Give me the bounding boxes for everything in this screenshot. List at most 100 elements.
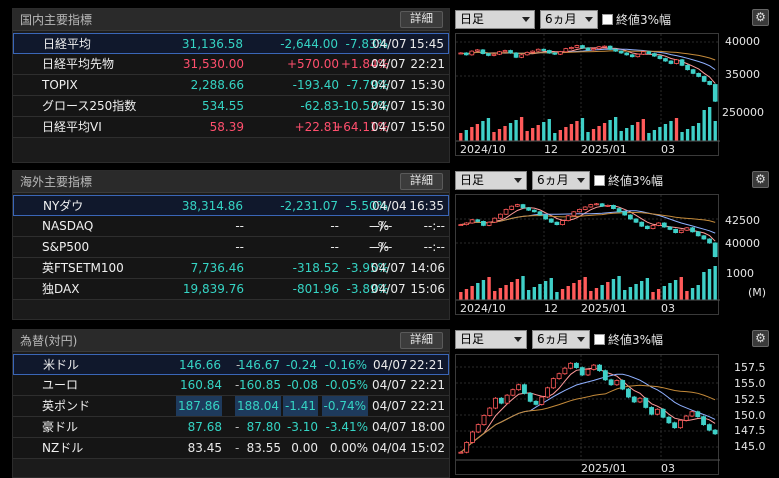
candle-body xyxy=(613,48,618,52)
fx-date: 04/07 xyxy=(372,378,407,392)
overseas-detail-button[interactable]: 詳細 xyxy=(400,173,443,190)
candle-body xyxy=(498,397,504,404)
candle-body xyxy=(481,220,486,226)
chevron-down-icon xyxy=(577,336,585,342)
candle-body xyxy=(539,396,545,405)
volume-bar xyxy=(641,119,645,141)
candle-body xyxy=(563,48,569,53)
volume-bar xyxy=(475,124,480,141)
candle-body xyxy=(690,69,696,74)
fx-row[interactable]: 英ポンド187.86-188.04-1.41-0.74%04/0722:21 xyxy=(13,396,449,417)
chart2-closing-checkbox[interactable] xyxy=(594,174,605,186)
fx-row[interactable]: 米ドル 146.66-146.67 -0.24 -0.16% 04/07 22:21 xyxy=(13,354,449,375)
row-time: 15:30 xyxy=(410,99,445,113)
domestic-detail-button[interactable]: 詳細 xyxy=(400,11,443,28)
domestic-row[interactable]: 日経平均先物 31,530.00 +570.00 +1.84% 04/07 22:21 xyxy=(13,54,449,75)
candle-body xyxy=(712,429,718,435)
candle-body xyxy=(560,220,565,226)
candle-body xyxy=(569,47,574,50)
candle-body xyxy=(695,411,701,418)
chart3-period-select[interactable]: 日足 xyxy=(455,329,527,349)
chart2-period-select[interactable]: 日足 xyxy=(455,170,527,190)
chart2-range-select[interactable]: 6ヵ月 xyxy=(532,170,590,190)
domestic-row[interactable]: 日経平均VI 58.39 +22.81 +64.11% 04/07 15:50 xyxy=(13,117,449,138)
fx-row[interactable]: 豪ドル 87.68-87.80 -3.10 -3.41% 04/07 18:00 xyxy=(13,417,449,438)
volume-bar xyxy=(503,126,507,141)
volume-bar xyxy=(594,288,599,300)
moving-average-5 xyxy=(460,204,716,242)
candle-body xyxy=(548,218,554,223)
overseas-row[interactable]: 英FTSETM100 7,736.46 -318.52 -3.95% 04/07 14:0… xyxy=(13,258,449,279)
candle-body xyxy=(654,408,660,415)
row-name: 英FTSETM100 xyxy=(42,261,124,275)
fx-bid: 187.86 xyxy=(176,396,222,416)
volume-bar xyxy=(519,117,524,141)
candle-body xyxy=(510,389,516,396)
domestic-panel-title: 国内主要指標 xyxy=(20,13,93,27)
overseas-row[interactable]: 独DAX 19,839.76 -801.96 -3.89% 04/07 15:06 xyxy=(13,279,449,300)
candle-body xyxy=(558,51,563,55)
volume-bar xyxy=(696,123,701,141)
gear-icon[interactable]: ⚙ xyxy=(752,171,769,188)
domestic-row[interactable]: TOPIX 2,288.66 -193.40 -7.79% 04/07 15:30 xyxy=(13,75,449,96)
gear-icon[interactable]: ⚙ xyxy=(752,330,769,347)
domestic-row[interactable]: 日経平均 31,136.58 -2,644.00 -7.83% 04/07 15:45 xyxy=(13,33,449,54)
row-date: --/-- xyxy=(371,240,393,254)
domestic-row[interactable]: グロース250指数 534.55 -62.83 -10.52% 04/07 15:30 xyxy=(13,96,449,117)
candle-body xyxy=(527,392,533,402)
candle-body xyxy=(526,207,532,211)
volume-bar xyxy=(526,290,531,300)
overseas-row[interactable]: NASDAQ -- -- --% --/-- --:-- xyxy=(13,216,449,237)
candle-body xyxy=(469,50,475,56)
volume-bar xyxy=(597,126,601,141)
overseas-row[interactable]: NYダウ 38,314.86 -2,231.07 -5.50% 04/04 16:35 xyxy=(13,195,449,216)
candle-body xyxy=(522,384,527,394)
candle-body xyxy=(607,45,613,50)
fx-row[interactable]: NZドル 83.45-83.55 0.00 0.00% 04/04 15:02 xyxy=(13,438,449,459)
candle-body xyxy=(571,211,577,217)
volume-bar xyxy=(691,126,695,141)
row-time: --:-- xyxy=(423,240,445,254)
row-time: 15:45 xyxy=(409,37,444,51)
candle-body xyxy=(519,54,524,58)
candle-body xyxy=(556,373,562,380)
volume-bar xyxy=(564,127,568,141)
candle-body xyxy=(458,224,464,227)
candle-body xyxy=(543,214,548,220)
candle-body xyxy=(504,394,510,404)
chart1-controls: 日足 6ヵ月 終値3%幅 xyxy=(455,8,671,30)
candle-body xyxy=(491,53,497,56)
row-date: 04/07 xyxy=(371,120,406,134)
row-time: 15:06 xyxy=(410,282,445,296)
candle-body xyxy=(554,221,560,226)
candle-body xyxy=(574,362,579,368)
chart1-closing-checkbox[interactable] xyxy=(602,13,613,25)
candle-body xyxy=(657,55,663,59)
chart2-closing-label: 終値3%幅 xyxy=(608,173,664,188)
candle-body xyxy=(683,415,689,421)
chart3-range-select[interactable]: 6ヵ月 xyxy=(532,329,590,349)
fx-bid: 83.45 xyxy=(187,441,222,455)
fx-ask: 83.55 xyxy=(246,441,281,455)
candle-body xyxy=(712,84,718,102)
gear-icon[interactable]: ⚙ xyxy=(752,9,769,26)
fx-row[interactable]: ユーロ 160.84-160.85 -0.08 -0.05% 04/07 22:21 xyxy=(13,375,449,396)
fx-detail-button[interactable]: 詳細 xyxy=(400,332,443,349)
candle-body xyxy=(628,214,633,220)
volume-bar xyxy=(713,121,717,141)
candle-body xyxy=(678,229,684,234)
x-tick-label: 2025/01 xyxy=(581,143,627,156)
row-change: -193.40 xyxy=(292,78,339,92)
candle-body xyxy=(678,419,683,429)
volume-bar xyxy=(673,280,678,300)
candle-body xyxy=(594,203,599,206)
chart1-period-select[interactable]: 日足 xyxy=(455,9,535,29)
row-price: 2,288.66 xyxy=(190,78,244,92)
chart3-closing-checkbox[interactable] xyxy=(594,333,605,345)
chart1-range-select[interactable]: 6ヵ月 xyxy=(540,9,598,29)
volume-bar xyxy=(532,287,536,300)
overseas-row[interactable]: S&P500 -- -- --% --/-- --:-- xyxy=(13,237,449,258)
fx-ask: 87.80 xyxy=(246,420,281,434)
fx-percent: -0.74% xyxy=(321,396,368,416)
fx-change: -0.24 xyxy=(285,358,317,372)
